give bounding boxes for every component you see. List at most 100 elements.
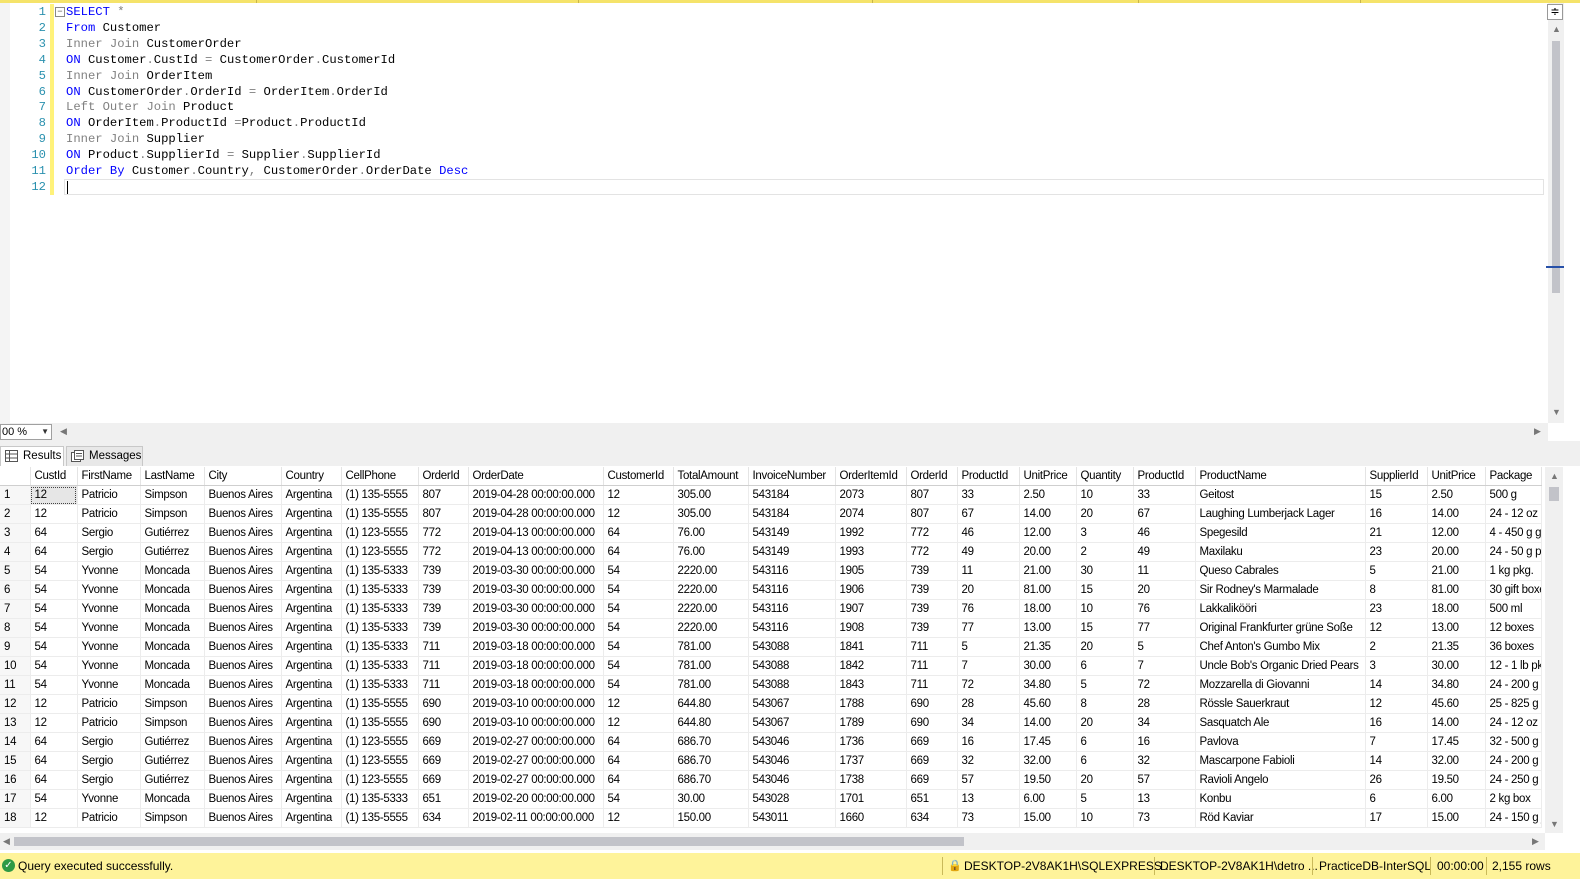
table-cell[interactable]: Buenos Aires [204, 523, 282, 543]
table-cell[interactable]: Moncada [140, 789, 205, 809]
table-cell[interactable]: Buenos Aires [204, 580, 282, 600]
tab-messages[interactable]: Messages [66, 446, 143, 466]
column-header[interactable]: FirstName [77, 467, 141, 486]
table-cell[interactable]: 20 [1076, 770, 1134, 790]
table-cell[interactable]: Yvonne [77, 789, 141, 809]
table-cell[interactable]: 12 [30, 485, 78, 505]
table-cell[interactable]: 32 [1133, 751, 1196, 771]
table-cell[interactable]: 634 [906, 808, 958, 828]
table-cell[interactable]: 2019-04-28 00:00:00.000 [468, 485, 604, 505]
table-row[interactable]: 5 54 Yvonne Moncada Buenos Aires Argentina (1)… [0, 561, 1542, 581]
column-header[interactable]: UnitPrice [1427, 467, 1486, 486]
table-row[interactable]: 15 64 Sergio Gutiérrez Buenos Aires Argentina… [0, 751, 1542, 771]
table-cell[interactable]: Sergio [77, 751, 141, 771]
table-row[interactable]: 4 64 Sergio Gutiérrez Buenos Aires Argentina(… [0, 542, 1542, 562]
table-cell[interactable]: Gutiérrez [140, 732, 205, 752]
table-cell[interactable]: 2220.00 [673, 580, 749, 600]
table-cell[interactable]: 12 [603, 504, 674, 524]
table-cell[interactable]: 1843 [835, 675, 907, 695]
row-number[interactable]: 4 [0, 542, 31, 562]
table-cell[interactable]: Sergio [77, 732, 141, 752]
table-cell[interactable]: 54 [30, 561, 78, 581]
table-cell[interactable]: Argentina [281, 808, 342, 828]
table-cell[interactable]: 64 [30, 542, 78, 562]
table-cell[interactable]: 543028 [748, 789, 836, 809]
table-cell[interactable]: 23 [1365, 599, 1428, 619]
table-cell[interactable]: 67 [1133, 504, 1196, 524]
table-cell[interactable]: 17.45 [1427, 732, 1486, 752]
column-header[interactable]: OrderDate [468, 467, 604, 486]
table-cell[interactable]: 2220.00 [673, 618, 749, 638]
table-cell[interactable]: 690 [418, 713, 469, 733]
code-line[interactable]: 3 Inner Join CustomerOrder [0, 35, 1545, 52]
table-cell[interactable]: Yvonne [77, 561, 141, 581]
table-cell[interactable]: Moncada [140, 599, 205, 619]
scroll-up-icon[interactable]: ▲ [1550, 471, 1559, 481]
table-cell[interactable]: Patricio [77, 504, 141, 524]
results-grid[interactable]: CustId FirstName LastName City Country CellPh… [0, 467, 1545, 833]
table-cell[interactable]: 64 [30, 770, 78, 790]
table-cell[interactable]: 690 [418, 694, 469, 714]
table-cell[interactable]: Yvonne [77, 599, 141, 619]
table-cell[interactable]: 543149 [748, 542, 836, 562]
table-cell[interactable]: 1736 [835, 732, 907, 752]
table-cell[interactable]: 72 [1133, 675, 1196, 695]
table-cell[interactable]: 34 [957, 713, 1020, 733]
code-line[interactable]: 9 Inner Join Supplier [0, 131, 1545, 148]
table-cell[interactable]: 11 [957, 561, 1020, 581]
table-cell[interactable]: 1905 [835, 561, 907, 581]
table-cell[interactable]: 72 [957, 675, 1020, 695]
table-cell[interactable]: 13 [1133, 789, 1196, 809]
table-cell[interactable]: 1993 [835, 542, 907, 562]
table-cell[interactable]: 651 [906, 789, 958, 809]
table-cell[interactable]: Simpson [140, 694, 205, 714]
table-cell[interactable]: Argentina [281, 485, 342, 505]
code-line[interactable]: 6 ON CustomerOrder.OrderId = OrderItem.Or… [0, 83, 1545, 100]
table-cell[interactable]: 807 [418, 485, 469, 505]
row-number[interactable]: 3 [0, 523, 31, 543]
table-cell[interactable]: Laughing Lumberjack Lager [1195, 504, 1366, 524]
table-cell[interactable]: 16 [1365, 713, 1428, 733]
table-cell[interactable]: 76 [957, 599, 1020, 619]
table-cell[interactable]: 8 [1365, 580, 1428, 600]
table-cell[interactable]: 20 [957, 580, 1020, 600]
table-cell[interactable]: 54 [603, 618, 674, 638]
table-cell[interactable]: 33 [957, 485, 1020, 505]
table-cell[interactable]: 16 [957, 732, 1020, 752]
table-cell[interactable]: 3 [1365, 656, 1428, 676]
scroll-right-icon[interactable]: ▶ [1534, 426, 1541, 437]
row-number[interactable]: 5 [0, 561, 31, 581]
table-cell[interactable]: 1 kg pkg. [1485, 561, 1542, 581]
table-cell[interactable]: Simpson [140, 504, 205, 524]
table-cell[interactable]: Patricio [77, 485, 141, 505]
code-line[interactable]: 8 ON OrderItem.ProductId =Product.Product… [0, 115, 1545, 132]
table-cell[interactable]: Mascarpone Fabioli [1195, 751, 1366, 771]
table-cell[interactable]: 1701 [835, 789, 907, 809]
table-cell[interactable]: Buenos Aires [204, 713, 282, 733]
table-cell[interactable]: 14 [1365, 675, 1428, 695]
table-cell[interactable]: 23 [1365, 542, 1428, 562]
table-cell[interactable]: 711 [418, 637, 469, 657]
table-cell[interactable]: 24 - 12 oz b [1485, 713, 1542, 733]
corner-header[interactable] [0, 467, 31, 486]
table-cell[interactable]: 8 [1076, 694, 1134, 714]
table-cell[interactable]: (1) 135-5333 [341, 618, 419, 638]
table-cell[interactable]: 54 [30, 580, 78, 600]
table-cell[interactable]: 54 [603, 637, 674, 657]
table-cell[interactable]: 543046 [748, 732, 836, 752]
table-cell[interactable]: 5 [1365, 561, 1428, 581]
table-cell[interactable]: 76.00 [673, 523, 749, 543]
table-cell[interactable]: 54 [30, 656, 78, 676]
column-header[interactable]: OrderItemId [835, 467, 907, 486]
table-cell[interactable]: Argentina [281, 637, 342, 657]
table-cell[interactable]: (1) 135-5333 [341, 599, 419, 619]
table-cell[interactable]: Argentina [281, 751, 342, 771]
grid-hscroll-thumb[interactable] [14, 837, 964, 846]
table-cell[interactable]: 690 [906, 694, 958, 714]
table-cell[interactable]: Argentina [281, 789, 342, 809]
table-cell[interactable]: 739 [418, 580, 469, 600]
row-number[interactable]: 7 [0, 599, 31, 619]
table-cell[interactable]: Yvonne [77, 618, 141, 638]
column-header[interactable]: City [204, 467, 282, 486]
table-cell[interactable]: 12 [603, 694, 674, 714]
